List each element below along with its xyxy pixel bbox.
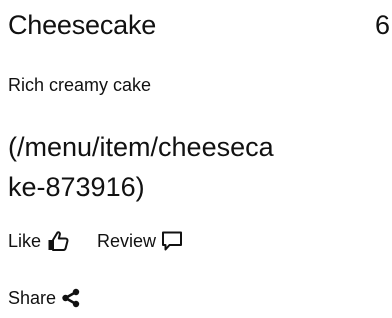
like-label: Like xyxy=(8,231,42,251)
share-button[interactable]: Share xyxy=(8,286,81,310)
like-button[interactable]: Like xyxy=(8,229,70,253)
item-link[interactable]: (/menu/item/cheesecake-873916) xyxy=(8,127,278,207)
review-button[interactable]: Review xyxy=(97,229,183,253)
share-icon xyxy=(56,288,81,308)
item-name: Cheesecake xyxy=(8,10,157,40)
menu-item-card: Cheesecake 6 Rich creamy cake (/menu/ite… xyxy=(0,0,392,318)
item-description: Rich creamy cake xyxy=(8,75,152,95)
item-price: 6 xyxy=(374,10,390,40)
review-label: Review xyxy=(97,231,157,251)
speech-bubble-icon xyxy=(156,230,183,252)
thumbs-up-icon xyxy=(41,230,70,252)
share-label: Share xyxy=(8,288,57,308)
